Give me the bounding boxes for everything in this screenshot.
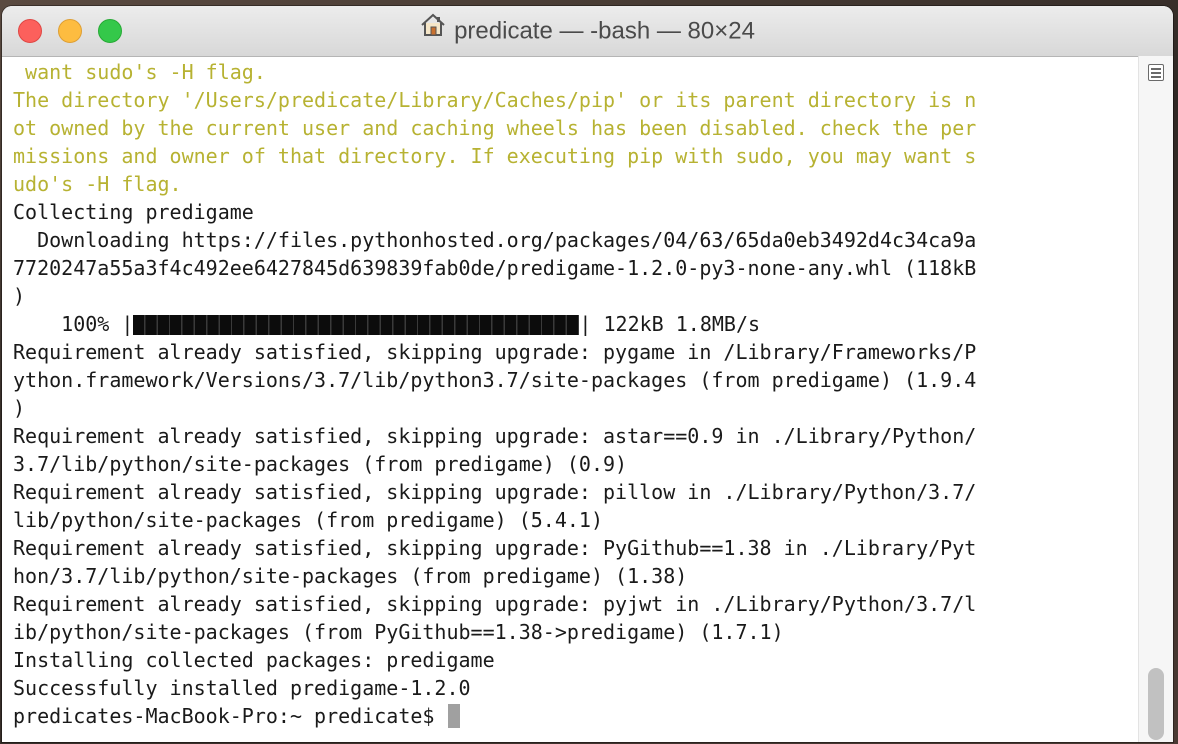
terminal-output[interactable]: want sudo's -H flag. The directory '/User…: [13, 58, 1139, 742]
terminal-line: lib/python/site-packages (from predigame…: [13, 508, 604, 532]
terminal-line: ): [13, 284, 26, 308]
home-icon: [420, 6, 446, 55]
terminal-line: 7720247a55a3f4c492ee6427845d639839fab0de…: [13, 256, 977, 280]
terminal-line: Requirement already satisfied, skipping …: [13, 480, 977, 504]
terminal-line: ot owned by the current user and caching…: [13, 116, 977, 140]
terminal-line: ib/python/site-packages (from PyGithub==…: [13, 620, 784, 644]
window-title-text: predicate — -bash — 80×24: [454, 17, 755, 45]
progress-suffix: | 122kB 1.8MB/s: [579, 312, 761, 336]
terminal-line: 3.7/lib/python/site-packages (from predi…: [13, 452, 628, 476]
progress-bar: [133, 315, 580, 335]
progress-prefix: 100% |: [13, 312, 134, 336]
terminal-line: Requirement already satisfied, skipping …: [13, 340, 977, 364]
prompt-line[interactable]: predicates-MacBook-Pro:~ predicate$: [13, 702, 1139, 730]
terminal-line: hon/3.7/lib/python/site-packages (from p…: [13, 564, 688, 588]
terminal-line: Collecting predigame: [13, 200, 254, 224]
terminal-line: Successfully installed predigame-1.2.0: [13, 676, 471, 700]
terminal-line: Requirement already satisfied, skipping …: [13, 592, 977, 616]
vertical-scrollbar[interactable]: [1138, 56, 1173, 742]
terminal-window: predicate — -bash — 80×24 want sudo's -H…: [2, 6, 1173, 742]
terminal-line: ): [13, 396, 26, 420]
terminal-line: Downloading https://files.pythonhosted.o…: [13, 228, 977, 252]
terminal-line: Requirement already satisfied, skipping …: [13, 424, 977, 448]
terminal-line: ython.framework/Versions/3.7/lib/python3…: [13, 368, 977, 392]
terminal-line: udo's -H flag.: [13, 172, 182, 196]
terminal-line: Requirement already satisfied, skipping …: [13, 536, 977, 560]
text-cursor: [448, 704, 461, 728]
terminal-line: missions and owner of that directory. If…: [13, 144, 977, 168]
terminal-line: The directory '/Users/predicate/Library/…: [13, 88, 977, 112]
shell-prompt: predicates-MacBook-Pro:~ predicate$: [13, 704, 447, 728]
terminal-line: Installing collected packages: predigame: [13, 648, 495, 672]
terminal-line: want sudo's -H flag.: [13, 60, 266, 84]
window-title: predicate — -bash — 80×24: [2, 6, 1173, 56]
progress-line: 100% | | 122kB 1.8MB/s: [13, 310, 1139, 338]
scrollbar-thumb[interactable]: [1148, 668, 1164, 740]
title-bar[interactable]: predicate — -bash — 80×24: [2, 6, 1173, 57]
menu-icon[interactable]: [1148, 64, 1164, 81]
